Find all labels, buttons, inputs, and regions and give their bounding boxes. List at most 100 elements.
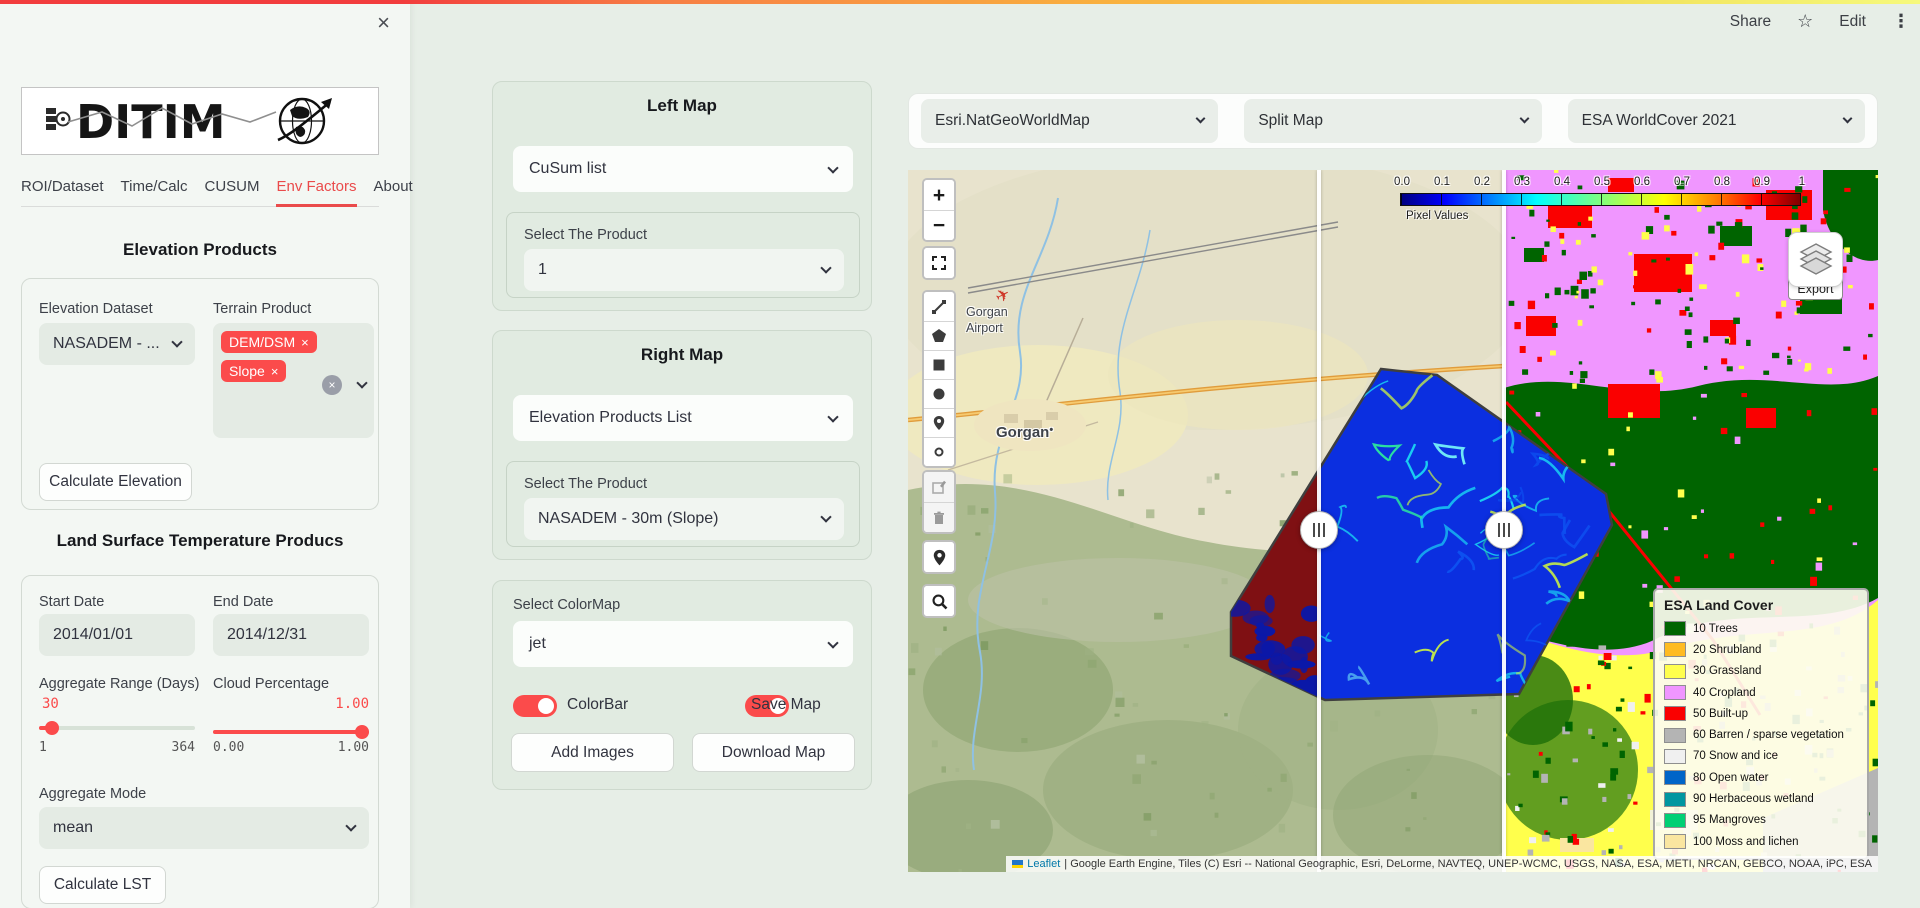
- leaflet-link[interactable]: Leaflet: [1027, 858, 1060, 870]
- airport-label-line1: Gorgan: [966, 304, 1008, 320]
- right-map-source-select[interactable]: Elevation Products List: [513, 395, 853, 441]
- svg-text:DITIM: DITIM: [76, 95, 226, 148]
- overlay-select[interactable]: ESA WorldCover 2021: [1568, 99, 1865, 143]
- elevation-dataset-select[interactable]: NASADEM - ...: [39, 323, 195, 365]
- aggregate-range-slider[interactable]: [39, 726, 195, 730]
- draw-circle-button[interactable]: [924, 379, 954, 408]
- end-date-input[interactable]: 2014/12/31: [213, 614, 369, 656]
- tab-env-factors[interactable]: Env Factors: [276, 178, 356, 195]
- legend-swatch: [1664, 621, 1686, 636]
- legend-item: 30 Grassland: [1664, 661, 1858, 682]
- chip-label: Slope: [229, 363, 265, 379]
- colorbar-tick: 0.9: [1747, 176, 1777, 188]
- search-control: [922, 584, 956, 618]
- calculate-lst-button[interactable]: Calculate LST: [39, 866, 166, 904]
- split-handle-left[interactable]: [1300, 511, 1338, 549]
- close-icon[interactable]: ×: [377, 12, 390, 34]
- left-map-title: Left Map: [493, 96, 871, 116]
- legend-item: 20 Shrubland: [1664, 639, 1858, 660]
- zoom-out-button[interactable]: −: [924, 210, 954, 240]
- legend-item: 80 Open water: [1664, 767, 1858, 788]
- split-handle-right[interactable]: [1485, 511, 1523, 549]
- map-mode-select[interactable]: Split Map: [1244, 99, 1541, 143]
- chevron-down-icon: [820, 511, 831, 522]
- right-map-card: Right Map Elevation Products List Select…: [492, 330, 872, 560]
- colorbar-tick: 0.6: [1627, 176, 1657, 188]
- legend-swatch: [1664, 685, 1686, 700]
- edit-button[interactable]: Edit: [1839, 13, 1866, 31]
- chevron-down-icon: [1196, 114, 1206, 124]
- edit-toolbar: [922, 470, 956, 534]
- basemap-select[interactable]: Esri.NatGeoWorldMap: [921, 99, 1218, 143]
- sidebar-tabs: ROI/Dataset Time/Calc CUSUM Env Factors …: [21, 178, 379, 207]
- chip-slope[interactable]: Slope ×: [221, 360, 286, 382]
- draw-marker-button[interactable]: [924, 408, 954, 437]
- search-button[interactable]: [924, 586, 954, 616]
- remove-icon[interactable]: ×: [271, 365, 279, 378]
- right-map-title: Right Map: [493, 345, 871, 365]
- colorbar-tick: 0.4: [1547, 176, 1577, 188]
- remove-icon[interactable]: ×: [301, 336, 309, 349]
- clear-all-icon[interactable]: ×: [322, 375, 342, 395]
- cloud-percentage-slider[interactable]: [213, 730, 369, 734]
- start-date-input[interactable]: 2014/01/01: [39, 614, 195, 656]
- slider-thumb[interactable]: [45, 721, 59, 735]
- star-icon[interactable]: ☆: [1797, 11, 1813, 32]
- savemap-toggle-label: Save Map: [751, 696, 821, 714]
- colorbar-gradient: [1400, 193, 1801, 206]
- aggregate-range-label: Aggregate Range (Days): [39, 676, 199, 692]
- terrain-product-multiselect[interactable]: DEM/DSM × Slope × ×: [213, 323, 374, 438]
- edit-layers-button[interactable]: [924, 472, 954, 502]
- calculate-elevation-button[interactable]: Calculate Elevation: [39, 463, 192, 501]
- layers-control[interactable]: [1788, 232, 1843, 287]
- legend-label: 100 Moss and lichen: [1693, 836, 1798, 848]
- share-button[interactable]: Share: [1730, 13, 1771, 31]
- lst-heading: Land Surface Temperature Producs: [21, 531, 379, 551]
- tab-roi-dataset[interactable]: ROI/Dataset: [21, 178, 104, 195]
- add-images-button[interactable]: Add Images: [511, 733, 674, 772]
- legend-item: 90 Herbaceous wetland: [1664, 788, 1858, 809]
- app-logo: DITIM: [21, 87, 379, 155]
- elevation-products-heading: Elevation Products: [21, 240, 379, 260]
- overlay-value: ESA WorldCover 2021: [1582, 112, 1737, 130]
- attribution-text: | Google Earth Engine, Tiles (C) Esri --…: [1064, 858, 1872, 870]
- kebab-menu-icon[interactable]: ⋮: [1892, 11, 1910, 32]
- draw-circlemarker-button[interactable]: [924, 437, 954, 466]
- trash-icon: [931, 510, 947, 526]
- draw-rectangle-icon: [931, 357, 947, 373]
- aggregate-mode-value: mean: [53, 819, 93, 837]
- toggle-knob: [538, 698, 554, 714]
- fullscreen-control: [922, 246, 956, 280]
- colormap-select[interactable]: jet: [513, 621, 853, 667]
- aggregate-range-value: 30: [42, 696, 59, 712]
- draw-circle-icon: [931, 386, 947, 402]
- tab-cusum[interactable]: CUSUM: [204, 178, 259, 195]
- legend-label: 60 Barren / sparse vegetation: [1693, 729, 1844, 741]
- legend-swatch: [1664, 664, 1686, 679]
- zoom-in-button[interactable]: +: [924, 180, 954, 210]
- aggregate-mode-select[interactable]: mean: [39, 807, 369, 849]
- draw-polygon-icon: [931, 328, 947, 344]
- tab-about[interactable]: About: [374, 178, 413, 195]
- right-map-product-select[interactable]: NASADEM - 30m (Slope): [524, 498, 844, 540]
- slider-thumb[interactable]: [355, 725, 369, 739]
- map-canvas[interactable]: ✈ Gorgan Airport Gorgan• + −: [908, 170, 1878, 872]
- tab-time-calc[interactable]: Time/Calc: [121, 178, 188, 195]
- aggregate-range-max: 364: [39, 740, 195, 755]
- colorbar-toggle[interactable]: [513, 695, 557, 717]
- left-map-source-select[interactable]: CuSum list: [513, 146, 853, 192]
- draw-polyline-button[interactable]: [924, 292, 954, 321]
- chevron-down-icon: [1843, 114, 1853, 124]
- right-map-product-subcard: Select The Product NASADEM - 30m (Slope): [506, 461, 860, 547]
- colormap-value: jet: [529, 635, 546, 653]
- marker-button[interactable]: [924, 542, 954, 572]
- left-map-product-select[interactable]: 1: [524, 249, 844, 291]
- cloud-percentage-value: 1.00: [213, 696, 369, 712]
- fullscreen-button[interactable]: [924, 248, 954, 278]
- draw-polygon-button[interactable]: [924, 321, 954, 350]
- download-map-button[interactable]: Download Map: [692, 733, 855, 772]
- chip-dem-dsm[interactable]: DEM/DSM ×: [221, 331, 317, 353]
- draw-rectangle-button[interactable]: [924, 350, 954, 379]
- delete-layers-button[interactable]: [924, 502, 954, 532]
- logo-graphic: DITIM: [40, 94, 360, 148]
